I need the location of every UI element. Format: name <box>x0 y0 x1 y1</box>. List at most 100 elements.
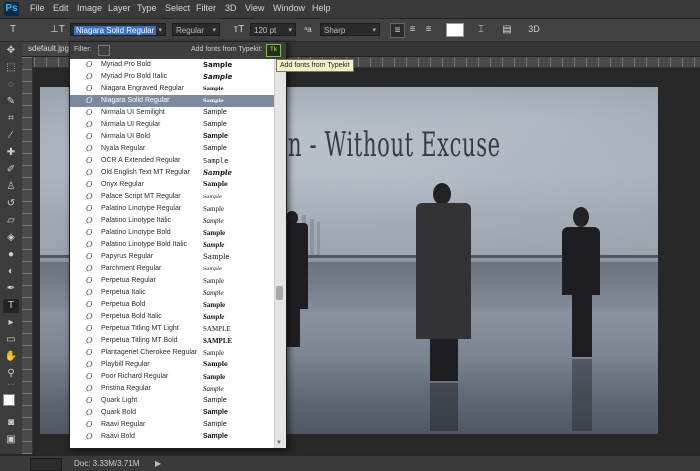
font-list-item[interactable]: O Palatino Linotype Regular Sample <box>70 203 274 215</box>
font-list-item[interactable]: O Niagara Engraved Regular Sample <box>70 83 274 95</box>
font-name: Myriad Pro Bold <box>101 61 151 68</box>
type-tool-preset-icon[interactable]: T <box>6 23 20 36</box>
font-sample: Sample <box>203 61 233 69</box>
font-size-field[interactable]: 120 pt ▾ <box>250 23 296 36</box>
scrollbar-thumb[interactable] <box>276 286 283 300</box>
font-list-scrollbar[interactable] <box>274 59 286 448</box>
lasso-tool-icon[interactable]: ◌ <box>3 78 19 92</box>
menu-help[interactable]: Help <box>312 3 331 13</box>
opentype-icon: O <box>86 396 93 405</box>
canvas-text-layer: n - Without Excuse <box>288 125 501 165</box>
font-list-item[interactable]: O Quark Light Sample <box>70 395 274 407</box>
font-list-item[interactable]: O Perpetua Titling MT Bold SAMPLE <box>70 335 274 347</box>
filter-dropdown[interactable] <box>98 45 110 56</box>
font-list-item[interactable]: O Plantagenet Cherokee Regular Sample <box>70 347 274 359</box>
font-list-item[interactable]: O Pristina Regular Sample <box>70 383 274 395</box>
marquee-tool-icon[interactable]: ⬚ <box>3 61 19 75</box>
font-list-item[interactable]: O OCR A Extended Regular Sample <box>70 155 274 167</box>
menu-type[interactable]: Type <box>137 3 157 13</box>
font-list-item[interactable]: O Palatino Linotype Bold Sample <box>70 227 274 239</box>
pen-tool-icon[interactable]: ✒ <box>3 282 19 296</box>
font-list-item[interactable]: O Old English Text MT Regular Sample <box>70 167 274 179</box>
font-list-item[interactable]: O Niagara Solid Regular Sample <box>70 95 274 107</box>
font-list-item[interactable]: O Palace Script MT Regular Sample <box>70 191 274 203</box>
font-sample: Sample <box>203 349 224 357</box>
font-list-item[interactable]: O Perpetua Titling MT Light SAMPLE <box>70 323 274 335</box>
path-select-tool-icon[interactable]: ▸ <box>3 316 19 330</box>
font-list-item[interactable]: O Raavi Regular Sample <box>70 419 274 431</box>
font-list-item[interactable]: O Parchment Regular Sample <box>70 263 274 275</box>
more-tools-icon[interactable]: ··· <box>3 378 19 392</box>
quick-select-tool-icon[interactable]: ✎ <box>3 95 19 109</box>
typekit-button[interactable]: Tk <box>266 44 281 57</box>
font-list-item[interactable]: O Perpetua Italic Sample <box>70 287 274 299</box>
warp-text-icon[interactable]: ⌶ <box>474 23 488 36</box>
font-list-item[interactable]: O Papyrus Regular Sample <box>70 251 274 263</box>
person-center-legs <box>430 339 458 381</box>
font-list-item[interactable]: O Myriad Pro Bold Sample <box>70 59 274 71</box>
font-list-item[interactable]: O Perpetua Bold Italic Sample <box>70 311 274 323</box>
font-name: OCR A Extended Regular <box>101 157 181 164</box>
opentype-icon: O <box>86 288 93 297</box>
foreground-color-swatch[interactable] <box>3 394 15 406</box>
font-family-dropdown[interactable]: Niagara Solid Regular ▾ <box>70 23 166 36</box>
type-tool-icon[interactable]: T <box>3 299 19 313</box>
font-list-item[interactable]: O Onyx Regular Sample <box>70 179 274 191</box>
menu-3d[interactable]: 3D <box>225 3 237 13</box>
paint-bucket-tool-icon[interactable]: ◈ <box>3 231 19 245</box>
scroll-down-icon[interactable]: ▼ <box>276 440 282 446</box>
font-list-item[interactable]: O Palatino Linotype Bold Italic Sample <box>70 239 274 251</box>
align-center-icon[interactable]: ≡ <box>406 23 419 36</box>
menu-select[interactable]: Select <box>165 3 190 13</box>
font-list-item[interactable]: O Nyala Regular Sample <box>70 143 274 155</box>
blur-tool-icon[interactable]: ● <box>3 248 19 262</box>
font-list-item[interactable]: O Myriad Pro Bold Italic Sample <box>70 71 274 83</box>
chimney <box>317 222 320 257</box>
status-menu-arrow-icon[interactable]: ▶ <box>155 458 161 469</box>
font-list[interactable]: O Myriad Pro Bold Sample O Myriad Pro Bold I… <box>70 59 286 448</box>
font-list-item[interactable]: O Playbill Regular Sample <box>70 359 274 371</box>
font-family-value: Niagara Solid Regular <box>74 26 157 35</box>
rectangle-tool-icon[interactable]: ▭ <box>3 333 19 347</box>
menu-file[interactable]: File <box>30 3 45 13</box>
menu-image[interactable]: Image <box>77 3 102 13</box>
font-list-item[interactable]: O Nirmala UI Bold Sample <box>70 131 274 143</box>
3d-button[interactable]: 3D <box>526 23 542 36</box>
character-panel-icon[interactable]: ▤ <box>500 23 514 36</box>
font-list-item[interactable]: O Nirmala UI Regular Sample <box>70 119 274 131</box>
opentype-icon: O <box>86 84 93 93</box>
font-list-item[interactable]: O Palatino Linotype Italic Sample <box>70 215 274 227</box>
menu-filter[interactable]: Filter <box>196 3 216 13</box>
font-list-item[interactable]: O Quark Bold Sample <box>70 407 274 419</box>
text-orientation-icon[interactable]: ⊥T <box>50 23 65 36</box>
font-list-item[interactable]: O Perpetua Bold Sample <box>70 299 274 311</box>
align-right-icon[interactable]: ≡ <box>422 23 435 36</box>
crop-tool-icon[interactable]: ⌗ <box>3 112 19 126</box>
quick-mask-icon[interactable]: ◙ <box>3 416 19 430</box>
document-tab[interactable]: sdefault.jpg <box>22 42 75 56</box>
font-list-item[interactable]: O Nirmala UI Semilight Sample <box>70 107 274 119</box>
menu-window[interactable]: Window <box>273 3 305 13</box>
font-list-item[interactable]: O Poor Richard Regular Sample <box>70 371 274 383</box>
hand-tool-icon[interactable]: ✋ <box>3 350 19 364</box>
menu-layer[interactable]: Layer <box>108 3 131 13</box>
clone-stamp-tool-icon[interactable]: ♙ <box>3 180 19 194</box>
font-list-item[interactable]: O Perpetua Regular Sample <box>70 275 274 287</box>
history-brush-tool-icon[interactable]: ↺ <box>3 197 19 211</box>
move-tool-icon[interactable]: ✥ <box>3 44 19 58</box>
align-left-icon[interactable]: ≡ <box>390 23 405 38</box>
antialias-dropdown[interactable]: Sharp ▾ <box>320 23 380 36</box>
dodge-tool-icon[interactable]: ◐ <box>3 265 19 279</box>
zoom-field[interactable] <box>30 458 62 471</box>
document-size[interactable]: Doc: 3.33M/3.71M <box>74 458 139 469</box>
screen-mode-icon[interactable]: ▣ <box>3 433 19 447</box>
font-list-item[interactable]: O Raavi Bold Sample <box>70 431 274 443</box>
text-color-swatch[interactable] <box>446 23 464 37</box>
eyedropper-tool-icon[interactable]: ⁄ <box>3 129 19 143</box>
menu-view[interactable]: View <box>245 3 264 13</box>
menu-edit[interactable]: Edit <box>53 3 69 13</box>
eraser-tool-icon[interactable]: ▱ <box>3 214 19 228</box>
font-style-dropdown[interactable]: Regular ▾ <box>172 23 220 36</box>
healing-brush-tool-icon[interactable]: ✚ <box>3 146 19 160</box>
brush-tool-icon[interactable]: ✐ <box>3 163 19 177</box>
